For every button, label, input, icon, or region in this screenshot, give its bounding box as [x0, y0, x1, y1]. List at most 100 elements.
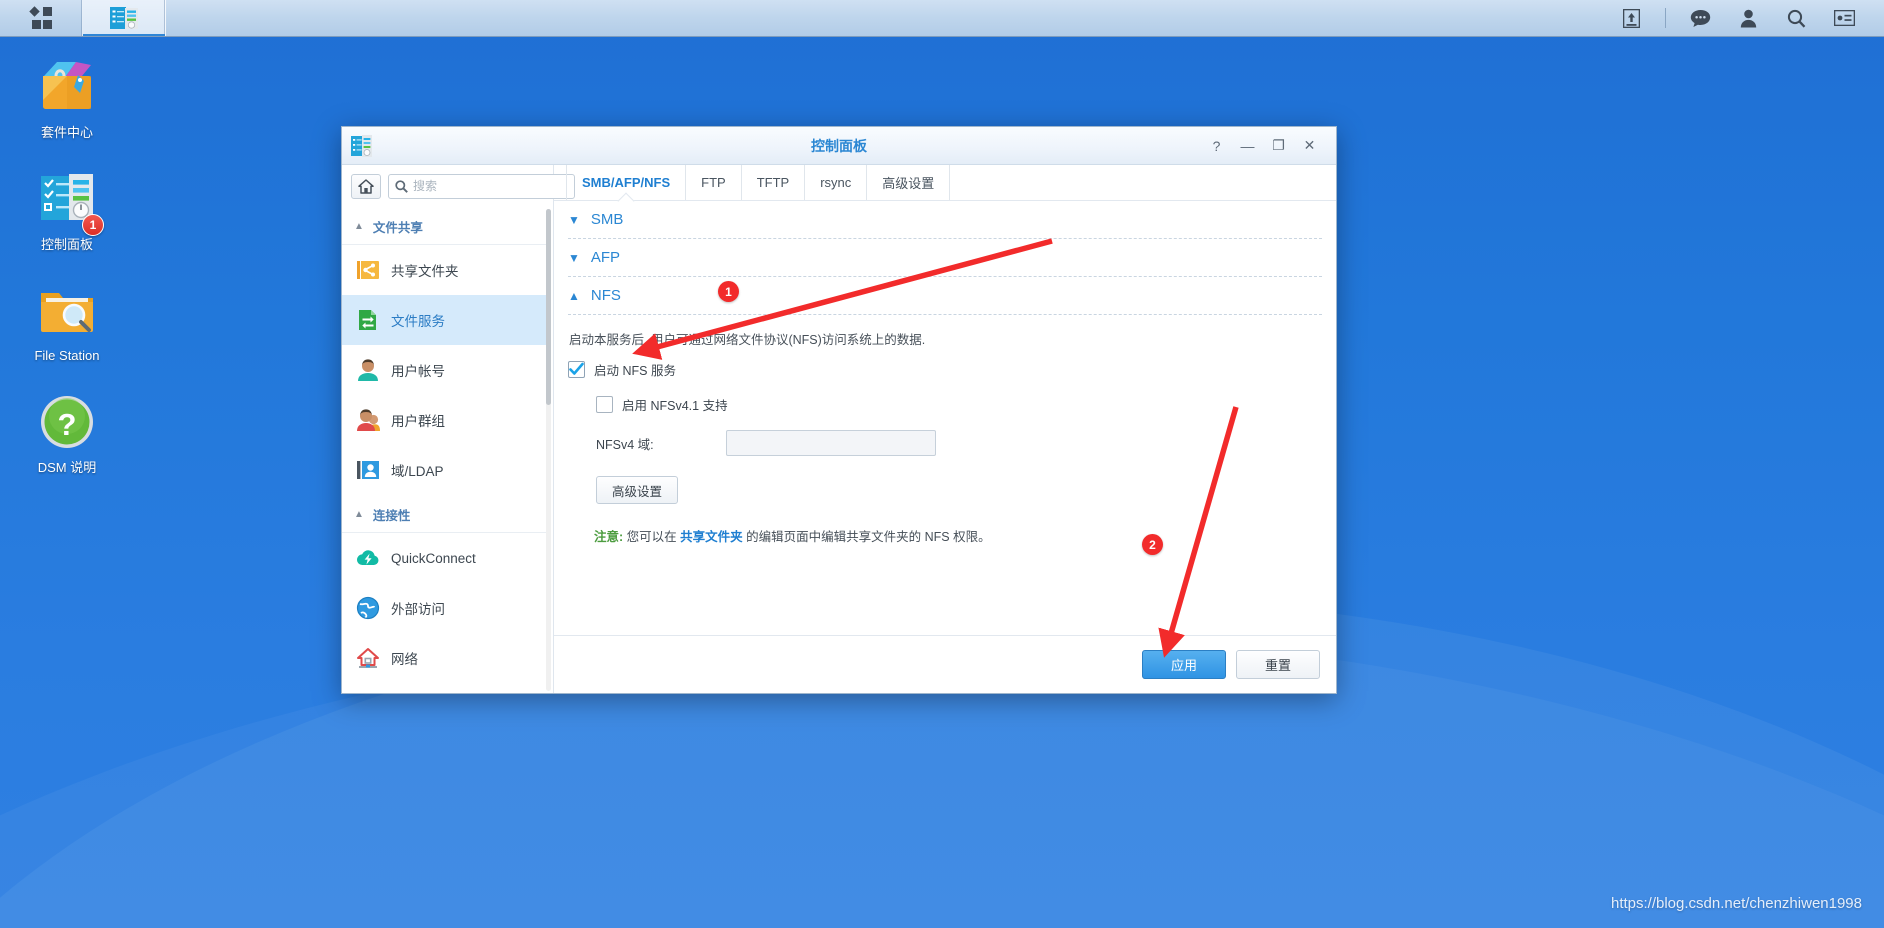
- sidebar-item-user-account[interactable]: 用户帐号: [342, 345, 547, 395]
- control-panel-icon: [351, 134, 372, 157]
- apps-grid-icon: [29, 6, 52, 29]
- apply-button[interactable]: 应用: [1142, 650, 1226, 679]
- search-input[interactable]: [413, 179, 568, 193]
- nfsv4-domain-label: NFSv4 域:: [596, 437, 654, 452]
- enable-nfsv41-checkbox[interactable]: [596, 396, 613, 413]
- file-station-icon: [36, 279, 98, 341]
- sidebar-item-label: 域/LDAP: [391, 464, 444, 479]
- maximize-button[interactable]: ❐: [1263, 131, 1294, 161]
- enable-nfs-row[interactable]: 启动 NFS 服务: [568, 360, 1322, 379]
- sidebar-item-label: 外部访问: [391, 602, 445, 617]
- help-button[interactable]: ?: [1201, 131, 1232, 161]
- note-text-before: 您可以在: [626, 530, 677, 544]
- nfs-description: 启动本服务后, 用户可通过网络文件协议(NFS)访问系统上的数据.: [569, 333, 926, 347]
- section-header-smb[interactable]: ▼ SMB: [568, 201, 1322, 239]
- chevron-up-icon: ▲: [354, 220, 364, 232]
- sidebar-item-external-access[interactable]: 外部访问: [342, 583, 547, 633]
- enable-nfsv41-row[interactable]: 启用 NFSv4.1 支持: [596, 395, 1322, 414]
- desktop-icon-control-panel[interactable]: 1 控制面板: [12, 168, 122, 253]
- section-header-afp[interactable]: ▼ AFP: [568, 239, 1322, 277]
- home-button[interactable]: [351, 173, 381, 199]
- tab-advanced[interactable]: 高级设置: [867, 165, 951, 200]
- shared-folder-link[interactable]: 共享文件夹: [680, 530, 743, 544]
- window-titlebar[interactable]: 控制面板 ? — ❐ ✕: [342, 127, 1336, 165]
- sidebar-item-user-group[interactable]: 用户群组: [342, 395, 547, 445]
- chevron-down-icon: ▼: [568, 250, 580, 265]
- tab-ftp[interactable]: FTP: [686, 165, 742, 200]
- user-group-icon: [357, 409, 380, 431]
- chevron-down-icon: ▼: [568, 212, 580, 227]
- checkmark-icon: [569, 362, 584, 375]
- enable-nfsv41-label[interactable]: 启用 NFSv4.1 支持: [622, 395, 728, 414]
- tab-rsync[interactable]: rsync: [805, 165, 868, 200]
- nfsv4-domain-input[interactable]: [726, 430, 936, 456]
- desktop-icon-list: 套件中心 1 控制面板 File Station ? DSM 说明: [12, 56, 122, 502]
- desktop-icon-label: File Station: [34, 348, 100, 364]
- tab-tftp[interactable]: TFTP: [742, 165, 806, 200]
- widget-panel-icon[interactable]: [1820, 0, 1868, 37]
- tab-smb-afp-nfs[interactable]: SMB/AFP/NFS: [566, 165, 687, 200]
- settings-scroll-area: ▼ SMB ▼ AFP ▲ NFS 启动本服务后, 用户可通过网络文件协议(NF…: [554, 201, 1336, 635]
- shared-folder-icon: [357, 261, 379, 279]
- enable-nfs-checkbox[interactable]: [568, 361, 585, 378]
- user-account-icon: [358, 359, 378, 381]
- sidebar-item-label: 用户群组: [391, 414, 445, 429]
- sidebar-group-connectivity[interactable]: ▲ 连接性: [342, 495, 547, 533]
- sidebar-scrollbar-thumb[interactable]: [546, 209, 551, 405]
- control-panel-icon: [110, 7, 138, 29]
- package-center-icon: [36, 56, 98, 118]
- section-title: AFP: [590, 249, 621, 266]
- control-panel-content: SMB/AFP/NFS FTP TFTP rsync 高级设置 ▼ SMB ▼ …: [554, 165, 1336, 693]
- sidebar-group-label: 文件共享: [372, 221, 423, 235]
- enable-nfs-label[interactable]: 启动 NFS 服务: [594, 360, 676, 379]
- section-title: NFS: [590, 287, 621, 304]
- close-button[interactable]: ✕: [1294, 131, 1325, 161]
- sidebar-item-file-services[interactable]: 文件服务: [342, 295, 547, 345]
- sidebar-scroll-area: ▲ 文件共享 共享文件夹 文件服务 用户帐号 用户群组 域/LDAP ▲ 连接性…: [342, 207, 553, 693]
- dsm-help-icon: ?: [36, 391, 98, 453]
- desktop-icon-dsm-help[interactable]: ? DSM 说明: [12, 391, 122, 476]
- quickconnect-icon: [356, 550, 379, 566]
- taskbar-separator: [1665, 8, 1666, 28]
- file-services-icon: [359, 310, 376, 330]
- advanced-settings-button[interactable]: 高级设置: [596, 476, 679, 504]
- network-icon: [357, 648, 379, 668]
- note-prefix: 注意:: [594, 530, 624, 544]
- window-title: 控制面板: [811, 137, 867, 154]
- minimize-button[interactable]: —: [1232, 131, 1263, 161]
- sidebar-item-dhcp-server[interactable]: DHCP Server: [342, 683, 547, 693]
- svg-text:?: ?: [58, 407, 77, 442]
- desktop-icon-package-center[interactable]: 套件中心: [12, 56, 122, 141]
- control-panel-sidebar: ▲ 文件共享 共享文件夹: [342, 165, 575, 693]
- person-icon[interactable]: [1724, 0, 1772, 37]
- nfsv4-domain-row: NFSv4 域:: [596, 430, 1322, 456]
- desktop-icon-badge: 1: [82, 214, 104, 237]
- sidebar-item-label: QuickConnect: [391, 550, 476, 566]
- sidebar-item-network[interactable]: 网络: [342, 633, 547, 683]
- sidebar-toolbar: [342, 165, 575, 207]
- desktop-icon-file-station[interactable]: File Station: [12, 279, 122, 364]
- reset-button[interactable]: 重置: [1236, 650, 1320, 679]
- chevron-up-icon: ▲: [354, 508, 364, 520]
- section-header-nfs[interactable]: ▲ NFS: [568, 277, 1322, 315]
- sidebar-group-file-sharing[interactable]: ▲ 文件共享: [342, 207, 547, 245]
- sidebar-item-label: 文件服务: [391, 314, 445, 329]
- control-panel-window: 控制面板 ? — ❐ ✕ 搜索 ▲ 文件共享 共享文件夹 文件服务 用户帐号 用…: [341, 126, 1337, 694]
- upload-tray-icon[interactable]: [1607, 0, 1655, 37]
- taskbar-apps-menu-button[interactable]: [0, 0, 83, 36]
- search-box[interactable]: [388, 173, 575, 199]
- home-icon: [358, 178, 374, 194]
- search-icon[interactable]: [1772, 0, 1820, 37]
- sidebar-item-quickconnect[interactable]: QuickConnect: [342, 533, 547, 583]
- sidebar-item-domain-ldap[interactable]: 域/LDAP: [342, 445, 547, 495]
- chevron-up-icon: ▲: [568, 288, 580, 303]
- desktop-icon-label: 控制面板: [40, 236, 93, 252]
- sidebar-item-shared-folder[interactable]: 共享文件夹: [342, 245, 547, 295]
- note-text-after: 的编辑页面中编辑共享文件夹的 NFS 权限。: [746, 530, 991, 544]
- chat-bubble-icon[interactable]: [1676, 0, 1724, 37]
- taskbar-control-panel-button[interactable]: [83, 0, 166, 36]
- taskbar-tray: [1607, 0, 1884, 36]
- window-body: ▲ 文件共享 共享文件夹: [342, 165, 1336, 693]
- sidebar-item-label: 共享文件夹: [391, 264, 459, 279]
- search-icon: [395, 179, 408, 193]
